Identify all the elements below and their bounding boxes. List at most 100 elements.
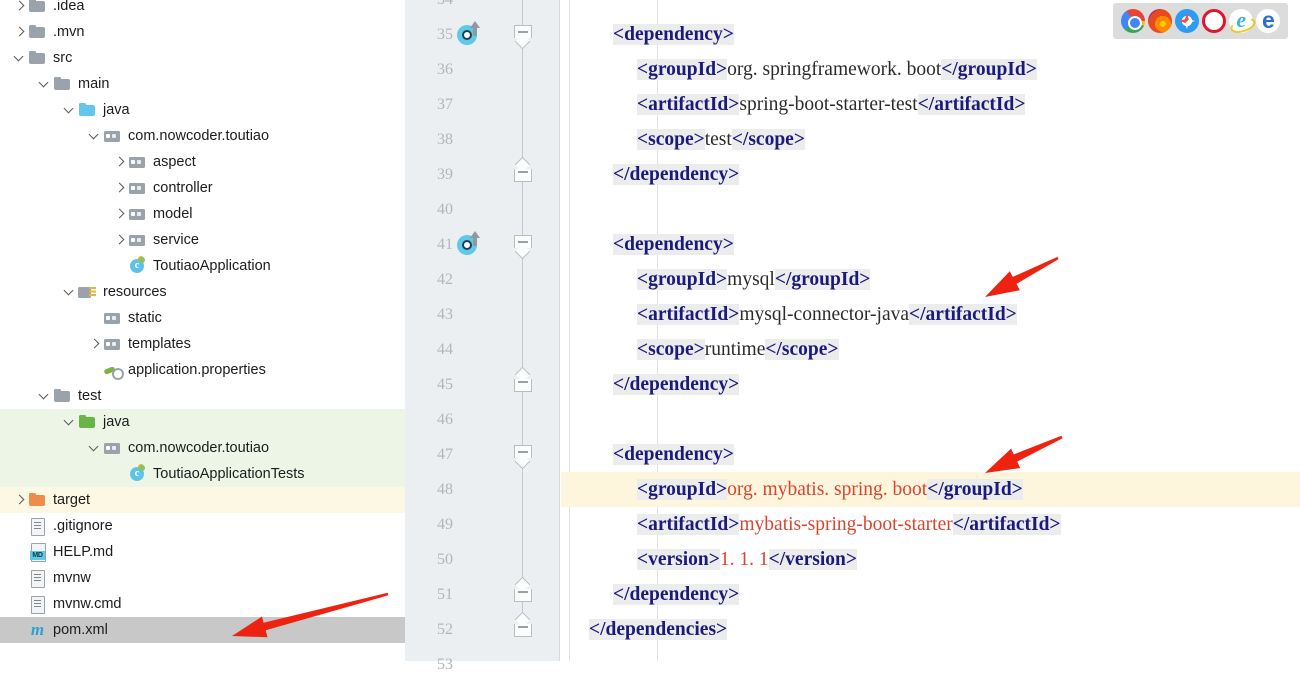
xml-tag-token: <artifactId>: [637, 514, 740, 535]
chevron-down-icon[interactable]: [62, 279, 78, 305]
chevron-right-icon[interactable]: [112, 175, 128, 201]
tree-item-mvnw[interactable]: mvnw: [0, 565, 405, 591]
tree-item-com-nowcoder-toutiao[interactable]: com.nowcoder.toutiao: [0, 435, 405, 461]
code-line[interactable]: <version>1. 1. 1</version>: [561, 542, 1300, 577]
code-fold-down-icon[interactable]: [514, 445, 532, 470]
editor-code-folding-column[interactable]: [495, 0, 560, 661]
xml-tag-token: </dependency>: [613, 374, 740, 395]
chevron-right-icon[interactable]: [112, 227, 128, 253]
internet-explorer-icon[interactable]: [1229, 6, 1254, 34]
editor-line-number-gutter[interactable]: 34 35 36 37 38 39 40 41 42 43 44 45 46 47 48 49 50 51 52 53: [405, 0, 495, 673]
tree-item-target[interactable]: target: [0, 487, 405, 513]
chevron-right-icon[interactable]: [87, 331, 103, 357]
code-fold-up-icon[interactable]: [514, 156, 532, 183]
tree-item-label: service: [153, 232, 199, 248]
tree-item-application-properties[interactable]: application.properties: [0, 357, 405, 383]
editor-code-area[interactable]: <dependency> <groupId>org. springframewor…: [561, 0, 1300, 661]
chrome-icon[interactable]: [1120, 9, 1145, 33]
code-line-text: </dependency>: [561, 374, 740, 395]
code-editor[interactable]: 34 35 36 37 38 39 40 41 42 43 44 45 46 47 48 49 50 51 52 53…: [405, 0, 1300, 673]
tree-item-mvnw-cmd[interactable]: mvnw.cmd: [0, 591, 405, 617]
text-file-icon: [28, 513, 47, 539]
browser-launch-toolbar[interactable]: [1113, 3, 1288, 39]
chevron-down-icon[interactable]: [62, 97, 78, 123]
tree-item-resources[interactable]: resources: [0, 279, 405, 305]
code-line[interactable]: [561, 647, 1300, 682]
tree-item-test[interactable]: test: [0, 383, 405, 409]
xml-tag-token: </scope>: [731, 129, 805, 150]
xml-tag-token: </scope>: [765, 339, 839, 360]
chevron-right-icon[interactable]: [112, 201, 128, 227]
opera-icon[interactable]: [1202, 9, 1227, 33]
line-number: 49: [437, 516, 453, 533]
code-line[interactable]: <dependency>: [561, 227, 1300, 262]
chevron-right-icon[interactable]: [12, 487, 28, 513]
code-line[interactable]: <groupId>org. mybatis. spring. boot</gro…: [561, 472, 1300, 507]
tree-item-mvn[interactable]: .mvn: [0, 19, 405, 45]
chevron-down-icon[interactable]: [62, 409, 78, 435]
code-line[interactable]: <artifactId>mybatis-spring-boot-starter<…: [561, 507, 1300, 542]
tree-item-aspect[interactable]: aspect: [0, 149, 405, 175]
xml-tag-token: </dependencies>: [589, 619, 728, 640]
tree-item-java[interactable]: java: [0, 409, 405, 435]
code-line[interactable]: [561, 402, 1300, 437]
code-line[interactable]: <scope>runtime</scope>: [561, 332, 1300, 367]
chevron-down-icon[interactable]: [37, 71, 53, 97]
code-line[interactable]: <artifactId>spring-boot-starter-test</ar…: [561, 87, 1300, 122]
xml-value-token-unresolved: 1. 1. 1: [719, 549, 769, 570]
tree-item-controller[interactable]: controller: [0, 175, 405, 201]
tree-item-templates[interactable]: templates: [0, 331, 405, 357]
chevron-right-icon[interactable]: [112, 149, 128, 175]
xml-value-token: mysql-connector-java: [739, 304, 910, 325]
line-number: 48: [437, 481, 453, 498]
code-line-text: </dependency>: [561, 164, 740, 185]
tree-item-src[interactable]: src: [0, 45, 405, 71]
code-fold-up-icon[interactable]: [514, 611, 532, 638]
chevron-down-icon[interactable]: [87, 123, 103, 149]
code-line[interactable]: <dependency>: [561, 437, 1300, 472]
tree-item-static[interactable]: static: [0, 305, 405, 331]
code-line[interactable]: [561, 192, 1300, 227]
tree-item-gitignore[interactable]: .gitignore: [0, 513, 405, 539]
tree-item-label: controller: [153, 180, 213, 196]
tree-item-service[interactable]: service: [0, 227, 405, 253]
chevron-down-icon[interactable]: [87, 435, 103, 461]
firefox-icon[interactable]: [1147, 9, 1172, 33]
tree-item-pom-xml[interactable]: pom.xml: [0, 617, 405, 643]
chevron-down-icon[interactable]: [37, 383, 53, 409]
run-dependency-marker-icon[interactable]: [455, 231, 481, 257]
tree-item-toutiaoapplicationtests[interactable]: ToutiaoApplicationTests: [0, 461, 405, 487]
code-line[interactable]: <groupId>mysql</groupId>: [561, 262, 1300, 297]
code-fold-down-icon[interactable]: [514, 235, 532, 260]
tree-item-toutiaoapplication[interactable]: ToutiaoApplication: [0, 253, 405, 279]
tree-item-label: .idea: [53, 0, 85, 14]
tree-item-java[interactable]: java: [0, 97, 405, 123]
code-fold-up-icon[interactable]: [514, 366, 532, 393]
project-file-tree-panel[interactable]: .idea .mvn src main java com.nowcoder.toutiao…: [0, 0, 405, 661]
edge-icon[interactable]: [1256, 6, 1281, 34]
tree-item-label: aspect: [153, 154, 196, 170]
line-number: 53: [437, 656, 453, 673]
code-line[interactable]: <artifactId>mysql-connector-java</artifa…: [561, 297, 1300, 332]
tree-item-help-md[interactable]: HELP.md: [0, 539, 405, 565]
chevron-right-icon[interactable]: [12, 0, 28, 19]
tree-item-main[interactable]: main: [0, 71, 405, 97]
chevron-down-icon[interactable]: [12, 45, 28, 71]
chevron-placeholder: [12, 513, 28, 539]
folder-icon: [28, 487, 47, 513]
code-line[interactable]: </dependencies>: [561, 612, 1300, 647]
safari-icon[interactable]: [1174, 9, 1199, 33]
code-line[interactable]: </dependency>: [561, 367, 1300, 402]
tree-item-idea[interactable]: .idea: [0, 0, 405, 19]
run-dependency-marker-icon[interactable]: [455, 21, 481, 47]
code-line[interactable]: <scope>test</scope>: [561, 122, 1300, 157]
code-line[interactable]: <groupId>org. springframework. boot</gro…: [561, 52, 1300, 87]
chevron-right-icon[interactable]: [12, 19, 28, 45]
code-line[interactable]: </dependency>: [561, 157, 1300, 192]
tree-item-com-nowcoder-toutiao[interactable]: com.nowcoder.toutiao: [0, 123, 405, 149]
code-line[interactable]: </dependency>: [561, 577, 1300, 612]
tree-item-label: java: [103, 414, 130, 430]
tree-item-model[interactable]: model: [0, 201, 405, 227]
code-fold-down-icon[interactable]: [514, 25, 532, 50]
code-fold-up-icon[interactable]: [514, 576, 532, 603]
